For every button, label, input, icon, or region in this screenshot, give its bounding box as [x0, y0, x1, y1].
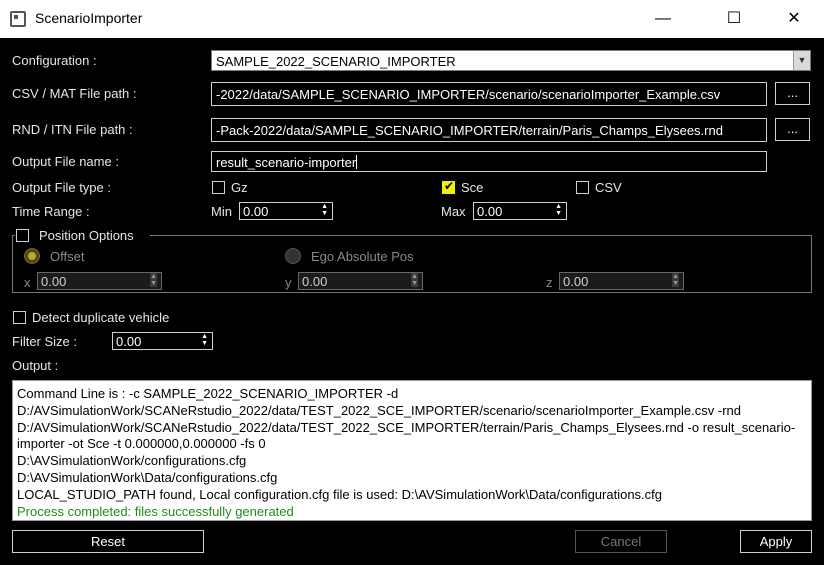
- csv-path-label: CSV / MAT File path :: [12, 86, 137, 101]
- output-name-label: Output File name :: [12, 154, 119, 169]
- max-time-value: 0.00: [477, 204, 503, 219]
- output-name-value: result_scenario-importer: [216, 155, 357, 170]
- configuration-label: Configuration :: [12, 53, 97, 68]
- spin-arrows-icon[interactable]: ▲ ▼: [150, 273, 157, 287]
- log-success-line: Process completed: files successfully ge…: [17, 503, 294, 519]
- log-line: D:\AVSimulationWork/configurations.cfg: [17, 453, 247, 469]
- detect-duplicate-label: Detect duplicate vehicle: [32, 310, 170, 325]
- ego-absolute-radio[interactable]: [285, 248, 301, 264]
- max-time-spinbox[interactable]: 0.00 ▲ ▼: [473, 202, 567, 220]
- log-line: LOCAL_STUDIO_PATH found, Local configura…: [17, 486, 663, 502]
- filter-size-spinbox[interactable]: 0.00 ▲ ▼: [112, 332, 213, 350]
- csv-path-input[interactable]: -2022/data/SAMPLE_SCENARIO_IMPORTER/scen…: [211, 82, 767, 106]
- filter-size-value: 0.00: [116, 334, 142, 349]
- csv-browse-button[interactable]: ...: [775, 82, 810, 105]
- gz-label: Gz: [231, 180, 248, 195]
- output-type-label: Output File type :: [12, 180, 111, 195]
- rnd-browse-button[interactable]: ...: [775, 118, 810, 141]
- cancel-button[interactable]: Cancel: [575, 530, 667, 553]
- log-line: D:\AVSimulationWork\Data/configurations.…: [17, 469, 278, 485]
- gz-checkbox[interactable]: [212, 181, 225, 194]
- spin-arrows-icon[interactable]: ▲ ▼: [672, 273, 679, 287]
- radio-dot: [28, 252, 36, 260]
- csv-checkbox[interactable]: [576, 181, 589, 194]
- x-value: 0.00: [41, 274, 67, 289]
- group-line-right: [150, 235, 812, 236]
- sce-checkbox[interactable]: [442, 179, 455, 194]
- position-options-label: Position Options: [39, 228, 134, 243]
- output-label: Output :: [12, 358, 59, 373]
- spin-arrows-icon[interactable]: ▲ ▼: [411, 273, 418, 287]
- rnd-path-input[interactable]: -Pack-2022/data/SAMPLE_SCENARIO_IMPORTER…: [211, 118, 767, 142]
- z-value: 0.00: [563, 274, 589, 289]
- maximize-button[interactable]: ☐: [711, 0, 757, 38]
- log-line: Command Line is : -c SAMPLE_2022_SCENARI…: [17, 386, 796, 452]
- title-bar: ScenarioImporter — ☐ ✕: [0, 0, 824, 38]
- sce-label: Sce: [461, 180, 484, 195]
- y-label: y: [285, 275, 292, 290]
- max-label: Max: [441, 204, 466, 219]
- spin-arrows-icon[interactable]: ▲ ▼: [555, 203, 562, 217]
- offset-label: Offset: [50, 249, 85, 264]
- csv-label: CSV: [595, 180, 622, 195]
- close-button[interactable]: ✕: [771, 0, 817, 38]
- spin-arrows-icon[interactable]: ▲ ▼: [321, 203, 328, 217]
- output-log[interactable]: Command Line is : -c SAMPLE_2022_SCENARI…: [12, 380, 812, 521]
- time-range-label: Time Range :: [12, 204, 90, 219]
- filter-size-label: Filter Size :: [12, 334, 78, 349]
- min-label: Min: [211, 204, 232, 219]
- window-title: ScenarioImporter: [35, 10, 143, 26]
- spin-arrows-icon[interactable]: ▲ ▼: [201, 333, 208, 347]
- min-time-value: 0.00: [243, 204, 269, 219]
- z-label: z: [546, 275, 553, 290]
- output-name-input[interactable]: result_scenario-importer: [211, 151, 767, 172]
- x-label: x: [24, 275, 31, 290]
- minimize-button[interactable]: —: [640, 0, 686, 38]
- ego-absolute-label: Ego Absolute Pos: [311, 249, 414, 264]
- app-icon: [10, 11, 26, 27]
- configuration-value: SAMPLE_2022_SCENARIO_IMPORTER: [216, 54, 456, 69]
- apply-button[interactable]: Apply: [740, 530, 812, 553]
- min-time-spinbox[interactable]: 0.00 ▲ ▼: [239, 202, 333, 220]
- rnd-path-label: RND / ITN File path :: [12, 122, 133, 137]
- y-spinbox[interactable]: 0.00 ▲ ▼: [298, 272, 423, 290]
- y-value: 0.00: [302, 274, 328, 289]
- reset-button[interactable]: Reset: [12, 530, 204, 553]
- chevron-down-icon[interactable]: ▼: [793, 51, 810, 70]
- x-spinbox[interactable]: 0.00 ▲ ▼: [37, 272, 162, 290]
- position-options-checkbox[interactable]: [16, 229, 29, 242]
- offset-radio[interactable]: [24, 248, 40, 264]
- group-line-left: [12, 235, 15, 236]
- configuration-select[interactable]: SAMPLE_2022_SCENARIO_IMPORTER ▼: [211, 50, 811, 71]
- detect-duplicate-checkbox[interactable]: [13, 311, 26, 324]
- text-cursor: [356, 155, 358, 169]
- z-spinbox[interactable]: 0.00 ▲ ▼: [559, 272, 684, 290]
